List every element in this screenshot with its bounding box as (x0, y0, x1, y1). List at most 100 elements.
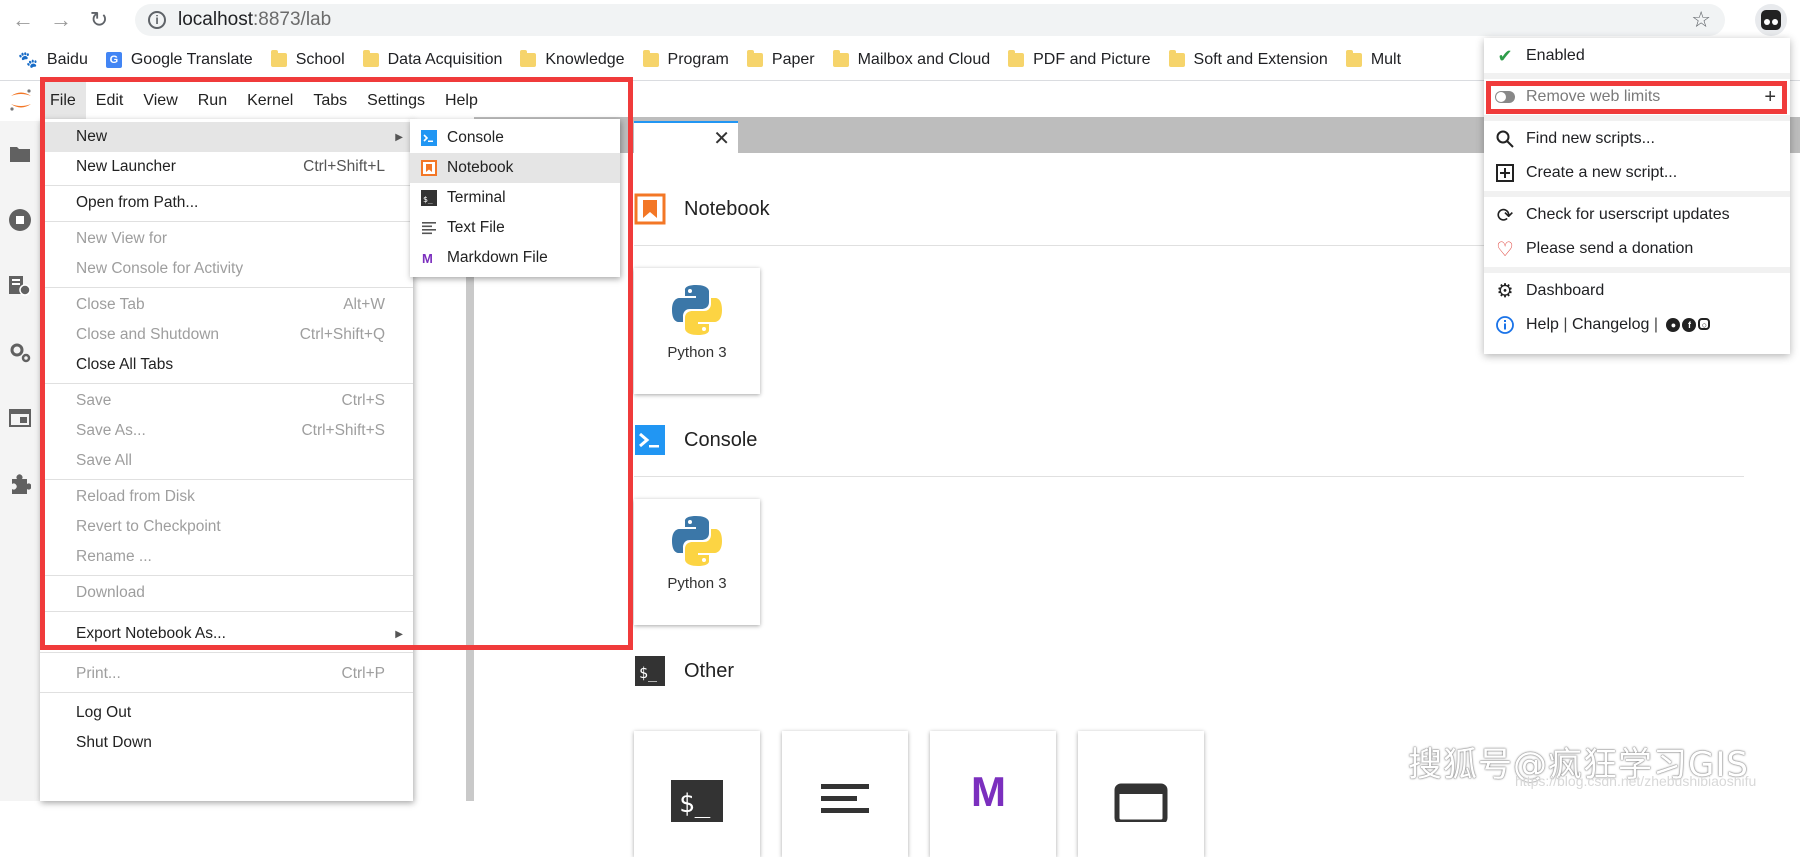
bookmark-star-icon[interactable]: ☆ (1691, 7, 1711, 33)
tm-check-updates[interactable]: ⟳ Check for userscript updates (1484, 198, 1790, 232)
menu-separator (1484, 191, 1790, 197)
menu-separator (40, 652, 413, 653)
bookmark-mailbox[interactable]: Mailbox and Cloud (832, 50, 991, 69)
watermark-url: https://blog.csdn.net/zhebushibiaoshifu (1515, 773, 1757, 789)
section-console: Console (634, 424, 757, 456)
menu-separator (1484, 73, 1790, 79)
running-sessions-icon[interactable] (0, 187, 40, 253)
bookmark-baidu[interactable]: 🐾 Baidu (18, 50, 88, 70)
python-icon (672, 516, 722, 566)
tm-create-new-script[interactable]: Create a new script... (1484, 156, 1790, 190)
forward-icon[interactable]: → (46, 5, 76, 35)
address-bar[interactable]: i localhost:8873/lab ☆ (135, 4, 1725, 36)
info-icon (1495, 315, 1515, 335)
bookmark-label: Google Translate (130, 51, 253, 68)
svg-text:$_: $_ (679, 789, 711, 819)
terminal-icon: $_ (671, 780, 723, 822)
reload-icon[interactable]: ↻ (84, 5, 114, 35)
menu-separator (1484, 115, 1790, 121)
bookmark-school[interactable]: School (270, 50, 345, 69)
tm-find-new-scripts[interactable]: Find new scripts... (1484, 122, 1790, 156)
menu-label: Please send a donation (1526, 240, 1694, 257)
section-other: $_ Other (634, 655, 734, 687)
terminal-card[interactable]: $_ (634, 731, 760, 857)
folder-icon[interactable] (0, 121, 40, 187)
tampermonkey-icon (1761, 10, 1781, 30)
launcher-tab[interactable]: ✕ (634, 121, 738, 153)
link-separator: | (1653, 316, 1658, 333)
extensions-puzzle-icon[interactable] (0, 451, 40, 517)
bookmark-data-acquisition[interactable]: Data Acquisition (362, 50, 503, 69)
commands-icon[interactable] (0, 253, 40, 319)
section-title-text: Console (684, 428, 758, 451)
bookmark-knowledge[interactable]: Knowledge (520, 50, 625, 69)
folder-icon (362, 50, 379, 67)
bookmark-label: Data Acquisition (387, 51, 503, 68)
file-menu-log-out[interactable]: Log Out (40, 698, 413, 728)
folder-icon (1008, 50, 1025, 67)
tm-dashboard[interactable]: ⚙ Dashboard (1484, 274, 1790, 308)
browser-toolbar: ← → ↻ i localhost:8873/lab ☆ (0, 0, 1800, 40)
bookmark-label: Mailbox and Cloud (857, 51, 991, 68)
text-file-card[interactable] (782, 731, 908, 857)
card-label: Python 3 (667, 575, 727, 592)
folder-icon (520, 50, 537, 67)
close-icon[interactable]: ✕ (713, 126, 730, 151)
folder-icon (832, 50, 849, 67)
left-sidebar (0, 121, 41, 801)
bookmark-label: Mult (1370, 51, 1402, 68)
terminal-icon: $_ (634, 655, 666, 687)
show-contextual-help-card[interactable] (1078, 731, 1204, 857)
python3-console-card[interactable]: Python 3 (634, 499, 760, 625)
bookmark-label: PDF and Picture (1033, 51, 1151, 68)
tm-enabled[interactable]: ✔ Enabled (1484, 39, 1790, 73)
menu-label: Create a new script... (1526, 164, 1678, 181)
property-inspector-icon[interactable] (0, 319, 40, 385)
tm-donation[interactable]: ♡ Please send a donation (1484, 232, 1790, 266)
info-icon[interactable]: i (148, 11, 166, 29)
bookmark-pdf[interactable]: PDF and Picture (1008, 50, 1151, 69)
link-separator: | (1563, 316, 1568, 333)
contextual-help-icon (1114, 783, 1168, 822)
section-title-text: Other (684, 659, 735, 682)
paw-icon: 🐾 (18, 52, 38, 69)
notebook-icon (634, 193, 666, 225)
facebook-icon[interactable]: f (1682, 317, 1697, 332)
bookmark-google-translate[interactable]: G Google Translate (105, 51, 253, 69)
bookmark-label: School (295, 51, 345, 68)
menu-label: Check for userscript updates (1526, 206, 1730, 223)
url-path: :8873/lab (253, 9, 332, 30)
file-menu-shut-down[interactable]: Shut Down (40, 728, 413, 758)
menu-label: Find new scripts... (1526, 130, 1655, 147)
sync-icon: ⟳ (1496, 204, 1514, 227)
highlight-box-menu (40, 77, 633, 650)
menu-separator (1484, 267, 1790, 273)
url-text[interactable]: localhost:8873/lab (178, 9, 331, 31)
tabs-icon[interactable] (0, 385, 40, 451)
markdown-file-card[interactable]: M (930, 731, 1056, 857)
python-icon (672, 285, 722, 335)
folder-icon (746, 50, 763, 67)
bookmark-program[interactable]: Program (642, 50, 729, 69)
plus-square-icon (1495, 163, 1515, 183)
search-icon (1495, 129, 1515, 149)
menu-label: Print... (76, 665, 121, 682)
tampermonkey-extension-button[interactable] (1755, 4, 1787, 36)
changelog-link[interactable]: Changelog (1572, 316, 1649, 333)
menu-label: Shut Down (76, 734, 152, 751)
jupyter-logo-icon (10, 89, 31, 111)
folder-icon (270, 50, 287, 67)
back-icon[interactable]: ← (8, 5, 38, 35)
bookmark-soft[interactable]: Soft and Extension (1168, 50, 1328, 69)
folder-icon (1168, 50, 1185, 67)
python3-notebook-card[interactable]: Python 3 (634, 268, 760, 394)
bookmark-label: Program (667, 51, 729, 68)
instagram-icon[interactable]: ○ (1698, 317, 1711, 330)
github-icon[interactable]: ● (1666, 317, 1681, 332)
bookmark-paper[interactable]: Paper (746, 50, 815, 69)
gear-icon: ⚙ (1496, 280, 1514, 302)
help-link[interactable]: Help (1526, 316, 1559, 333)
checkmark-icon: ✔ (1497, 45, 1513, 66)
bookmark-label: Paper (771, 51, 815, 68)
bookmark-mult[interactable]: Mult (1345, 50, 1402, 69)
